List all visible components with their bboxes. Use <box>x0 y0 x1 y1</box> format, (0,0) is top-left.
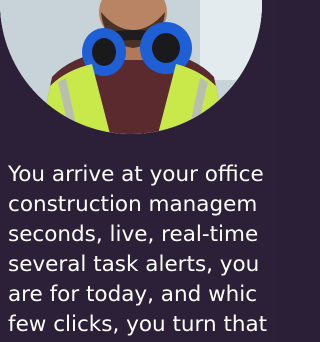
story-line-6: few clicks, you turn that <box>8 312 268 337</box>
story-panel: You arrive at your office construction m… <box>0 0 275 342</box>
worker-illustration-icon <box>0 0 262 134</box>
story-line-2: construction managem <box>8 192 258 217</box>
worker-photo <box>0 0 262 134</box>
story-line-4: several task alerts, you <box>8 252 260 277</box>
story-line-1: You arrive at your office <box>8 162 264 187</box>
story-text: You arrive at your office construction m… <box>8 160 308 340</box>
story-line-3: seconds, live, real-time <box>8 222 259 247</box>
story-line-5: are for today, and whic <box>8 282 258 307</box>
